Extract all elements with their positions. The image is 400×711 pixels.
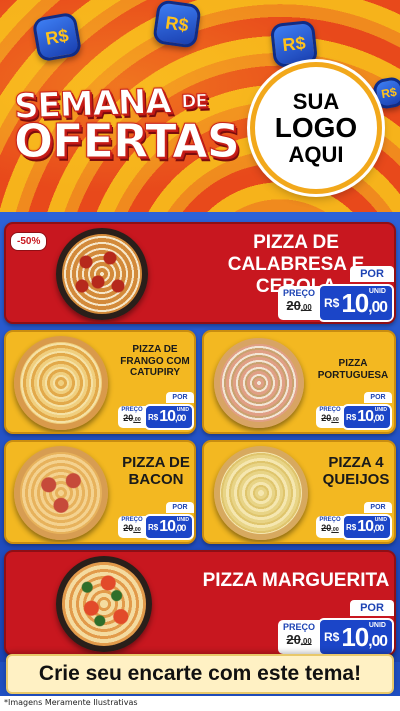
product-name: PIZZA 4 QUEIJOS <box>322 454 390 489</box>
coin-icon: R$ <box>269 19 319 69</box>
price-por-label: POR <box>166 392 194 403</box>
current-price: R$ 10,00 UNID <box>318 618 394 654</box>
disclaimer-text: *Imagens Meramente Ilustrativas <box>4 698 138 707</box>
old-price: PREÇO 20,00 <box>278 620 320 654</box>
old-price-dec: ,00 <box>300 303 312 312</box>
cta-banner[interactable]: Crie seu encarte com este tema! <box>6 654 394 694</box>
old-price-dec: ,00 <box>331 417 339 423</box>
old-price-dec: ,00 <box>331 527 339 533</box>
product-name: PIZZA MARGUERITA <box>202 570 390 591</box>
coin-icon: R$ <box>31 11 83 63</box>
price-tag: POR PREÇO 20,00 R$ 10,00 UNID <box>278 266 394 322</box>
old-price-label: PREÇO <box>282 622 315 632</box>
old-price: PREÇO 20,00 <box>316 516 344 538</box>
header-banner: R$ R$ R$ R$ SEMANA DE OFERTAS SUA LOGO A… <box>0 0 400 212</box>
product-card-frango[interactable]: PIZZA DE FRANGO COM CATUPIRY POR PREÇO 2… <box>4 330 196 434</box>
current-price: R$ 10,00 UNID <box>144 514 194 540</box>
product-card-marguerita[interactable]: PIZZA MARGUERITA POR PREÇO 20,00 R$ 10,0… <box>4 550 396 656</box>
price-int: 10 <box>159 518 176 535</box>
old-price: PREÇO 20,00 <box>118 406 146 428</box>
product-name: PIZZA DE FRANGO COM CATUPIRY <box>120 344 190 378</box>
current-price: R$ 10,00 UNID <box>144 404 194 430</box>
old-price-int: 20 <box>286 632 301 647</box>
discount-badge: -50% <box>10 232 48 251</box>
logo-placeholder[interactable]: SUA LOGO AQUI <box>250 62 382 194</box>
logo-line3: AQUI <box>288 141 344 167</box>
price-tag: POR PREÇO 20,00 R$ 10,00 UNID <box>278 600 394 654</box>
logo-line2: LOGO <box>274 112 358 144</box>
old-price: PREÇO 20,00 <box>316 406 344 428</box>
currency-symbol: R$ <box>346 522 357 532</box>
unit-label: UNID <box>368 622 386 629</box>
price-tag: POR PREÇO 20,00 R$ 10,00 UNID <box>316 502 392 540</box>
price-dec: ,00 <box>373 523 384 534</box>
product-card-4-queijos[interactable]: PIZZA 4 QUEIJOS POR PREÇO 20,00 R$ 10,00… <box>202 440 396 544</box>
old-price-dec: ,00 <box>133 417 141 423</box>
title-de: DE <box>181 90 208 113</box>
old-price-int: 20 <box>123 413 134 423</box>
old-price-int: 20 <box>286 298 301 313</box>
unit-label: UNID <box>374 517 387 523</box>
logo-line1: SUA <box>292 89 340 115</box>
price-por-label: POR <box>364 502 392 513</box>
price-dec: ,00 <box>368 632 388 650</box>
current-price: R$ 10,00 UNID <box>342 404 392 430</box>
price-tag: POR PREÇO 20,00 R$ 10,00 UNID <box>118 502 194 540</box>
title-line1: SEMANA <box>13 81 172 127</box>
price-tag: POR PREÇO 20,00 R$ 10,00 UNID <box>316 392 392 430</box>
pizza-image <box>14 446 108 540</box>
currency-symbol: R$ <box>148 412 159 422</box>
unit-label: UNID <box>176 407 189 413</box>
price-dec: ,00 <box>368 298 388 316</box>
price-dec: ,00 <box>373 413 384 424</box>
old-price-int: 20 <box>321 523 332 533</box>
old-price-label: PREÇO <box>282 288 315 298</box>
price-por-label: POR <box>166 502 194 513</box>
pizza-image <box>14 336 108 430</box>
old-price-dec: ,00 <box>300 637 312 646</box>
price-int: 10 <box>357 408 374 425</box>
price-int: 10 <box>357 518 374 535</box>
product-name: PIZZA PORTUGUESA <box>317 358 389 381</box>
price-por-label: POR <box>364 392 392 403</box>
old-price: PREÇO 20,00 <box>278 286 320 320</box>
product-card-bacon[interactable]: PIZZA DE BACON POR PREÇO 20,00 R$ 10,00 … <box>4 440 196 544</box>
old-price: PREÇO 20,00 <box>118 516 146 538</box>
product-name: PIZZA DE BACON <box>122 454 190 489</box>
coin-icon: R$ <box>152 0 202 49</box>
products-area: -50% PIZZA DE CALABRESA E CEBOLA POR PRE… <box>0 212 400 662</box>
currency-symbol: R$ <box>148 522 159 532</box>
currency-symbol: R$ <box>324 296 340 310</box>
product-card-calabresa[interactable]: -50% PIZZA DE CALABRESA E CEBOLA POR PRE… <box>4 222 396 324</box>
unit-label: UNID <box>368 288 386 295</box>
current-price: R$ 10,00 UNID <box>342 514 392 540</box>
pizza-image <box>56 556 152 652</box>
product-card-portuguesa[interactable]: PIZZA PORTUGUESA POR PREÇO 20,00 R$ 10,0… <box>202 330 396 434</box>
price-tag: POR PREÇO 20,00 R$ 10,00 UNID <box>118 392 194 430</box>
pizza-image <box>56 228 148 320</box>
unit-label: UNID <box>176 517 189 523</box>
price-por-label: POR <box>350 266 394 282</box>
page-title: SEMANA DE OFERTAS <box>13 81 240 165</box>
currency-symbol: R$ <box>324 630 340 644</box>
pizza-image <box>214 338 304 428</box>
price-int: 10 <box>341 287 369 318</box>
price-int: 10 <box>159 408 176 425</box>
currency-symbol: R$ <box>346 412 357 422</box>
old-price-int: 20 <box>321 413 332 423</box>
unit-label: UNID <box>374 407 387 413</box>
price-dec: ,00 <box>175 523 186 534</box>
current-price: R$ 10,00 UNID <box>318 284 394 322</box>
pizza-image <box>214 446 308 540</box>
price-por-label: POR <box>350 600 394 616</box>
old-price-dec: ,00 <box>133 527 141 533</box>
old-price-int: 20 <box>123 523 134 533</box>
price-int: 10 <box>341 621 369 652</box>
price-dec: ,00 <box>175 413 186 424</box>
